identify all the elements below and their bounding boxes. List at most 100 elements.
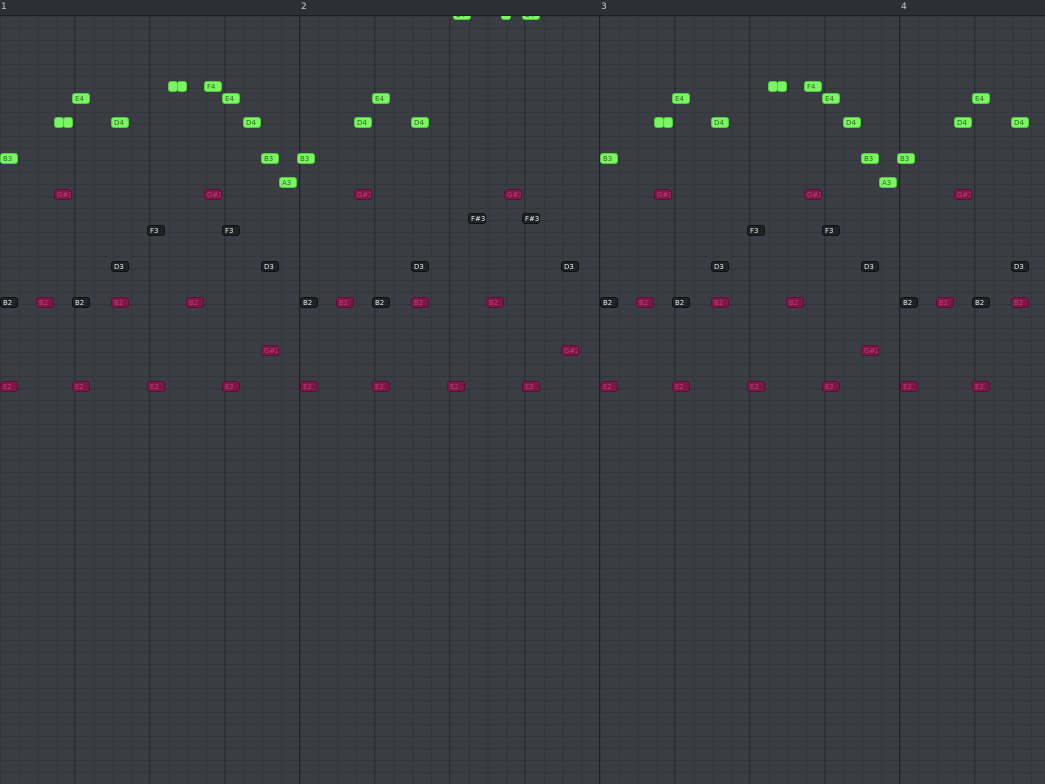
midi-note[interactable]: G#3 [54, 189, 72, 200]
midi-note[interactable]: B3 [0, 153, 18, 164]
midi-note[interactable]: D4 [243, 117, 261, 128]
midi-note[interactable] [501, 16, 511, 20]
midi-note[interactable]: B2 [486, 297, 504, 308]
midi-note[interactable]: B2 [600, 297, 618, 308]
midi-note[interactable]: B2 [936, 297, 954, 308]
midi-note[interactable]: F3 [147, 225, 165, 236]
midi-note[interactable]: E4 [672, 93, 690, 104]
midi-note[interactable]: B4 [453, 16, 471, 20]
midi-note[interactable]: B3 [261, 153, 279, 164]
midi-note[interactable]: B3 [861, 153, 879, 164]
midi-note[interactable]: D3 [861, 261, 879, 272]
beat-line [974, 16, 975, 784]
timeline-ruler[interactable]: 1 2 3 4 [0, 0, 1045, 16]
piano-roll-grid[interactable]: B4B4F4F4E4E4E4E4E4E4D4D4D4D4D4D4D4D4B3B3… [0, 16, 1045, 784]
midi-note[interactable]: F#3 [522, 213, 540, 224]
midi-note[interactable]: B2 [72, 297, 90, 308]
midi-note[interactable]: F3 [822, 225, 840, 236]
midi-note[interactable]: G#2 [261, 345, 279, 356]
midi-note[interactable]: B2 [1011, 297, 1029, 308]
midi-note[interactable]: E2 [900, 381, 918, 392]
midi-note[interactable]: F4 [204, 81, 222, 92]
midi-note[interactable]: D4 [711, 117, 729, 128]
midi-note[interactable]: G#3 [804, 189, 822, 200]
midi-note[interactable]: G#3 [954, 189, 972, 200]
midi-note[interactable]: D3 [111, 261, 129, 272]
midi-note[interactable]: F3 [747, 225, 765, 236]
midi-note[interactable]: D4 [111, 117, 129, 128]
midi-note[interactable]: G#2 [561, 345, 579, 356]
midi-note[interactable]: E2 [447, 381, 465, 392]
midi-note[interactable]: B2 [972, 297, 990, 308]
midi-note[interactable]: E2 [0, 381, 18, 392]
midi-note[interactable]: B2 [36, 297, 54, 308]
beat-line [824, 16, 825, 784]
midi-note[interactable]: E2 [972, 381, 990, 392]
bar-number-2: 2 [301, 2, 307, 12]
midi-note[interactable]: D3 [261, 261, 279, 272]
midi-note[interactable]: E2 [747, 381, 765, 392]
midi-note[interactable]: B2 [111, 297, 129, 308]
midi-note[interactable]: D4 [843, 117, 861, 128]
midi-note[interactable]: E2 [672, 381, 690, 392]
midi-note[interactable]: B2 [786, 297, 804, 308]
midi-note[interactable]: D4 [1011, 117, 1029, 128]
midi-note[interactable]: F#3 [468, 213, 486, 224]
bar-line [899, 16, 900, 784]
midi-note[interactable]: B3 [897, 153, 915, 164]
midi-note[interactable] [663, 117, 673, 128]
midi-note[interactable]: E2 [600, 381, 618, 392]
beat-line [524, 16, 525, 784]
midi-note[interactable]: E2 [72, 381, 90, 392]
beat-line [449, 16, 450, 784]
midi-note[interactable]: D3 [411, 261, 429, 272]
midi-note[interactable]: E4 [72, 93, 90, 104]
bar-line [299, 16, 300, 784]
midi-note[interactable]: B2 [672, 297, 690, 308]
midi-note[interactable]: A3 [279, 177, 297, 188]
midi-note[interactable]: E2 [147, 381, 165, 392]
midi-note[interactable]: E4 [222, 93, 240, 104]
midi-note[interactable]: G#3 [354, 189, 372, 200]
midi-note[interactable]: E2 [300, 381, 318, 392]
midi-note[interactable]: D4 [354, 117, 372, 128]
midi-note[interactable]: F3 [222, 225, 240, 236]
midi-note[interactable]: G#3 [654, 189, 672, 200]
midi-note[interactable]: B2 [336, 297, 354, 308]
midi-note[interactable]: B2 [711, 297, 729, 308]
midi-note[interactable]: E4 [822, 93, 840, 104]
beat-line [149, 16, 150, 784]
midi-note[interactable]: D3 [561, 261, 579, 272]
midi-note[interactable]: E2 [372, 381, 390, 392]
midi-note[interactable] [63, 117, 73, 128]
bar-line [599, 16, 600, 784]
midi-note[interactable]: B2 [0, 297, 18, 308]
bar-number-1: 1 [1, 2, 7, 12]
midi-note[interactable]: A3 [879, 177, 897, 188]
midi-note[interactable]: G#3 [504, 189, 522, 200]
midi-note[interactable]: D4 [411, 117, 429, 128]
midi-note[interactable]: D3 [1011, 261, 1029, 272]
midi-note[interactable] [177, 81, 187, 92]
midi-note[interactable]: E2 [222, 381, 240, 392]
midi-note[interactable]: E2 [822, 381, 840, 392]
midi-note[interactable]: B3 [297, 153, 315, 164]
midi-note[interactable]: E4 [372, 93, 390, 104]
midi-note[interactable]: D4 [954, 117, 972, 128]
midi-note[interactable]: G#2 [861, 345, 879, 356]
midi-note[interactable]: B3 [600, 153, 618, 164]
midi-note[interactable]: B2 [411, 297, 429, 308]
midi-note[interactable]: E2 [522, 381, 540, 392]
beat-line [374, 16, 375, 784]
midi-note[interactable]: G#3 [204, 189, 222, 200]
midi-note[interactable] [777, 81, 787, 92]
midi-note[interactable]: B4 [522, 16, 540, 20]
midi-note[interactable]: E4 [972, 93, 990, 104]
midi-note[interactable]: B2 [900, 297, 918, 308]
midi-note[interactable]: F4 [804, 81, 822, 92]
midi-note[interactable]: B2 [300, 297, 318, 308]
midi-note[interactable]: B2 [186, 297, 204, 308]
midi-note[interactable]: B2 [636, 297, 654, 308]
midi-note[interactable]: D3 [711, 261, 729, 272]
midi-note[interactable]: B2 [372, 297, 390, 308]
